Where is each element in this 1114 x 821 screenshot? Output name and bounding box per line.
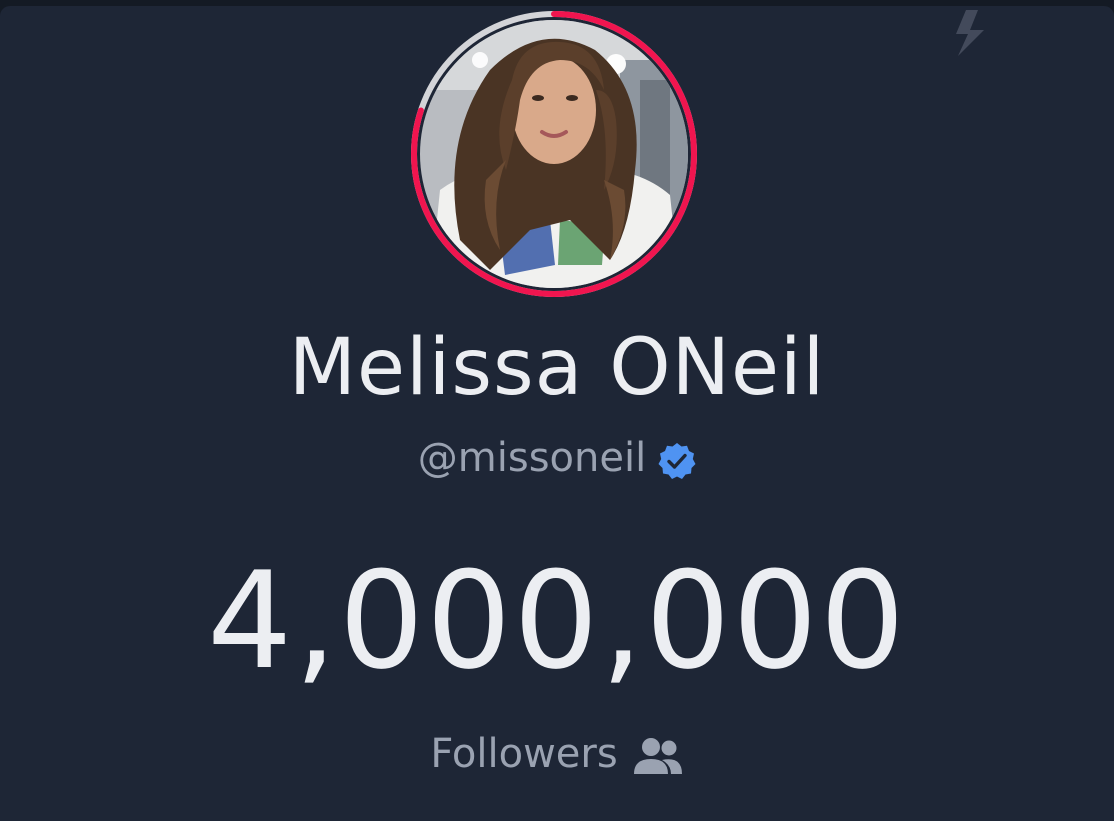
followers-label: Followers [430,731,618,777]
profile-card: Melissa ONeil @missoneil 4,000,000 Follo… [0,6,1114,821]
display-name: Melissa ONeil [288,323,826,413]
handle-row: @missoneil [0,430,1114,486]
users-icon [633,738,682,774]
followers-count: 4,000,000 [207,543,907,699]
avatar-photo [420,20,688,288]
avatar-container[interactable] [408,8,700,300]
verified-badge-icon [658,443,696,479]
lightning-bolt-icon [956,10,984,56]
avatar [420,20,688,288]
followers-row[interactable]: Followers [0,726,1114,782]
username-handle[interactable]: @missoneil [418,430,646,486]
